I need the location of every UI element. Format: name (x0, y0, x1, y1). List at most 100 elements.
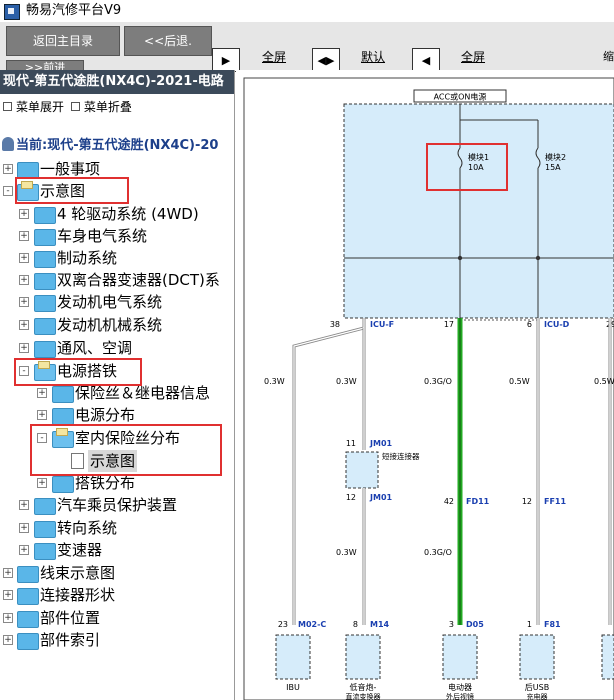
pin-number: 8 (353, 620, 358, 629)
pin-number: 38 (330, 320, 340, 329)
component-box (275, 634, 311, 680)
folder-icon (34, 229, 56, 246)
current-path: 当前:现代-第五代途胜(NX4C)-20 (0, 134, 218, 153)
pin-number: 42 (444, 497, 454, 506)
folder-icon (52, 408, 74, 425)
short-connector-label: 短接连接器 (382, 451, 420, 461)
folder-icon (34, 251, 56, 268)
expand-icon[interactable]: + (37, 478, 47, 488)
folder-icon (52, 386, 74, 403)
component-name: 低音炮- (350, 682, 377, 692)
folder-icon (34, 295, 56, 312)
component-name: 后USB (525, 682, 549, 692)
pin-number: 6 (527, 320, 532, 329)
back-button[interactable]: <<后退. (124, 26, 212, 56)
collapse-icon[interactable]: - (3, 186, 13, 196)
default-view-link[interactable]: 默认 (361, 48, 385, 65)
component-name: IBU (286, 683, 300, 692)
wire-label: 0.5W (509, 377, 530, 386)
collapse-all-icon (70, 102, 80, 111)
tree-item-label: 4 轮驱动系统 (4WD) (57, 205, 199, 223)
expand-all-link[interactable]: 菜单展开 (16, 100, 64, 114)
folder-icon (34, 498, 56, 515)
fullscreen-link-1[interactable]: 全屏 (262, 48, 286, 65)
expand-all-icon (3, 102, 12, 111)
toolbar: 返回主目录 <<后退. >>前进 ▶ 全屏 ◀▶ 默认 ◀ 全屏 缩 (0, 22, 614, 76)
folder-icon (34, 273, 56, 290)
fuse-box (343, 103, 614, 319)
wire-label: 0.3W (264, 377, 285, 386)
wire-label: 0.3W (336, 377, 357, 386)
tree-panel: 现代-第五代途胜(NX4C)-2021-电路 菜单展开 菜单折叠 当前:现代-第… (0, 70, 235, 700)
connector-label: ICU-D (544, 320, 570, 329)
short-connector-box (345, 451, 379, 489)
tree-item-label: 通风、空调 (57, 339, 133, 357)
expand-icon[interactable]: + (3, 613, 13, 623)
expand-icon[interactable]: + (19, 275, 29, 285)
pin-number: 11 (346, 439, 356, 448)
wire-label: 0.3W (336, 548, 357, 557)
connector-label: JM01 (369, 493, 393, 502)
connector-label: M02-C (298, 620, 326, 629)
tree-item-label: 部件索引 (40, 631, 101, 649)
expand-icon[interactable]: + (37, 410, 47, 420)
pin-number: 12 (522, 497, 532, 506)
pin-number: 17 (444, 320, 454, 329)
junction-dot (535, 255, 541, 261)
connector-label: D05 (466, 620, 484, 629)
expand-icon[interactable]: + (3, 590, 13, 600)
expand-icon[interactable]: + (19, 343, 29, 353)
expand-icon[interactable]: + (19, 500, 29, 510)
tree-item-label: 双离合器变速器(DCT)系 (57, 271, 220, 289)
location-icon (2, 137, 14, 151)
wire-label: 0.3G/O (424, 548, 452, 557)
folder-icon (52, 476, 74, 493)
app-icon (4, 4, 20, 20)
folder-icon (17, 588, 39, 605)
tree-header: 现代-第五代途胜(NX4C)-2021-电路 (0, 70, 234, 94)
tree-item-label: 连接器形状 (40, 586, 116, 604)
collapse-panel-icon[interactable]: ▶ (212, 48, 240, 72)
expand-panel-icon[interactable]: ◀ (412, 48, 440, 72)
connector-label: FD11 (466, 497, 490, 506)
connector-label: M14 (370, 620, 390, 629)
folder-icon (34, 207, 56, 224)
wiring-diagram[interactable]: ACC或ON电源 模块1 10A 模块2 15A 38 ICU-F 17 6 I… (236, 70, 614, 700)
tree-item-label: 转向系统 (57, 519, 118, 537)
expand-icon[interactable]: + (19, 545, 29, 555)
expand-icon[interactable]: + (19, 523, 29, 533)
tree-item-label: 车身电气系统 (57, 227, 148, 245)
diagram-canvas: ACC或ON电源 模块1 10A 模块2 15A 38 ICU-F 17 6 I… (243, 77, 614, 700)
folder-icon (34, 318, 56, 335)
wire-label: 0.5W (594, 377, 614, 386)
zoom-label: 缩 (603, 50, 614, 63)
split-view-icon[interactable]: ◀▶ (312, 48, 340, 72)
connector-label: JM01 (369, 439, 393, 448)
window-title: 畅易汽修平台V9 (26, 3, 122, 18)
pin-number: 1 (527, 620, 532, 629)
folder-icon (34, 341, 56, 358)
expand-icon[interactable]: + (19, 231, 29, 241)
expand-icon[interactable]: + (3, 568, 13, 578)
fullscreen-link-2[interactable]: 全屏 (461, 48, 485, 65)
connector-label: ICU-F (370, 320, 394, 329)
highlight-box (15, 177, 129, 204)
fuse-2-name: 模块2 (545, 152, 566, 162)
wire-label: 0.3G/O (424, 377, 452, 386)
expand-icon[interactable]: + (19, 297, 29, 307)
title-bar: 畅易汽修平台V9 (0, 0, 614, 23)
component-name: 电动器 (448, 682, 472, 692)
expand-icon[interactable]: + (37, 388, 47, 398)
expand-icon[interactable]: + (19, 209, 29, 219)
expand-icon[interactable]: + (19, 253, 29, 263)
home-button[interactable]: 返回主目录 (6, 26, 120, 56)
highlight-box (14, 358, 142, 386)
expand-icon[interactable]: + (19, 320, 29, 330)
expand-icon[interactable]: + (3, 164, 13, 174)
component-box (442, 634, 478, 680)
expand-icon[interactable]: + (3, 635, 13, 645)
component-box (519, 634, 555, 680)
folder-icon (17, 633, 39, 650)
connector-label: F81 (544, 620, 561, 629)
collapse-all-link[interactable]: 菜单折叠 (84, 100, 132, 114)
